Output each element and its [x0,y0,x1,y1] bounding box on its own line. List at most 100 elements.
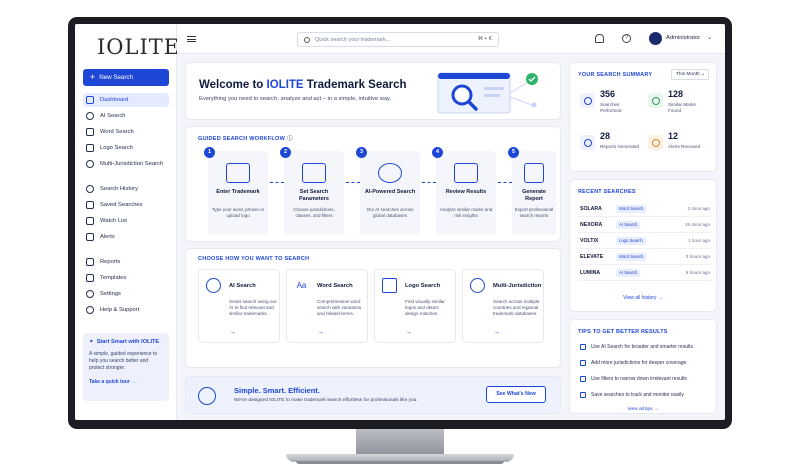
mode-ai-search[interactable]: AI Search Smart search using our AI to f… [198,269,280,343]
workflow-step-ai-search[interactable]: 3 AI-Powered Search Our AI searches acro… [356,147,420,235]
mode-title: AI Search [229,283,256,289]
sidebar-item-label: Search History [100,186,139,192]
sidebar-item-label: Logo Search [100,145,133,151]
image-icon [382,278,397,293]
sidebar-item-reports[interactable]: Reports [83,255,169,269]
see-whats-new-button[interactable]: See What's New [486,386,546,403]
sidebar-item-label: Settings [100,291,121,297]
help-icon [86,306,94,314]
checklist-icon [454,163,478,183]
sidebar-item-logo-search[interactable]: Logo Search [83,141,169,155]
avatar[interactable] [649,32,662,45]
tip-item: Use AI Search for broader and smarter re… [580,344,693,350]
tip-text: Use filters to narrow down irrelevant re… [591,376,687,382]
mode-logo-search[interactable]: Logo Search Find visually similar logos … [374,269,456,343]
app-screen: IOLITE + New Search Dashboard AI Search … [75,24,725,420]
info-icon[interactable]: ⓘ [287,136,293,142]
quick-tour-link[interactable]: Take a quick tour → [89,379,163,385]
step-number: 4 [432,147,443,158]
step-description: Choose jurisdictions, classes, and filte… [293,207,335,218]
table-row[interactable]: ELEVATE Word Search 3 hours ago [578,250,712,265]
arrow-right-icon[interactable]: → [317,329,324,336]
promo-title-text: Start Smart with IOLITE [96,339,160,345]
banner-title: Simple. Smart. Efficient. [234,386,320,395]
bookmark-icon [580,392,586,398]
search-term: SOLARA [580,206,602,212]
sidebar-item-label: AI Search [100,113,126,119]
search-term: ELEVATE [580,254,604,260]
sidebar-item-settings[interactable]: Settings [83,287,169,301]
brain-icon [206,278,221,293]
sidebar-item-alerts[interactable]: Alerts [83,230,169,244]
table-row[interactable]: NEXORA AI Search 15 mins ago [578,218,712,233]
workflow-step-enter-trademark[interactable]: 1 Enter Trademark Type your word, phrase… [204,147,268,235]
new-search-button[interactable]: + New Search [83,69,169,86]
report-icon [524,163,544,183]
table-row[interactable]: VOLTIX Logo Search 1 hour ago [578,234,712,249]
search-term: NEXORA [580,222,603,228]
period-select[interactable]: This Month ⌄ [671,69,709,80]
search-type-badge: AI Search [616,221,641,229]
mode-word-search[interactable]: Aa Word Search Comprehensive word search… [286,269,368,343]
whats-new-banner: Simple. Smart. Efficient. We've designed… [185,376,561,414]
sidebar-item-multi-jurisdiction[interactable]: Multi-Jurisdiction Search [83,157,169,171]
table-row[interactable]: SOLARA Word Search 2 mins ago [578,202,712,217]
tip-item: Use filters to narrow down irrelevant re… [580,376,687,382]
search-placeholder: Quick search your trademark... [315,36,391,43]
new-search-label: New Search [99,74,133,81]
arrow-right-icon[interactable]: → [405,329,412,336]
step-number: 1 [204,147,215,158]
stat-value: 356 [600,89,616,99]
search-type-badge: Word Search [616,205,647,213]
brand-logo[interactable]: IOLITE [97,32,179,62]
arrow-right-icon[interactable]: → [229,329,236,336]
view-all-tips-link[interactable]: View all tips → [570,407,716,412]
workflow-step-generate-report[interactable]: 5 Generate Report Export professional se… [508,147,556,235]
menu-icon[interactable] [187,36,196,42]
view-all-history-link[interactable]: View all history → [570,295,716,301]
help-icon[interactable]: ? [622,34,631,43]
search-time: 2 mins ago [687,206,710,211]
guided-workflow-card: GUIDED SEARCH WORKFLOW ⓘ 1 Enter Tradema… [185,126,561,242]
stat-label: Reports Generated [600,144,640,149]
sidebar-item-ai-search[interactable]: AI Search [83,109,169,123]
mode-description: Smart search using our AI to find releva… [229,299,277,317]
stat-value: 12 [668,131,679,141]
sidebar-item-word-search[interactable]: Word Search [83,125,169,139]
tips-card: TIPS TO GET BETTER RESULTS Use AI Search… [569,319,717,414]
arrow-right-icon [270,182,284,183]
sidebar-item-help[interactable]: Help & Support [83,303,169,317]
recent-title: RECENT SEARCHES [578,189,636,195]
list-icon [86,217,94,225]
bell-icon[interactable] [595,34,604,43]
top-bar: Quick search your trademark... ⌘ + K ? A… [177,24,725,54]
stat-label: Alerts Received [668,144,701,149]
search-input[interactable]: Quick search your trademark... ⌘ + K [297,32,499,47]
sidebar-item-label: Reports [100,259,121,265]
user-name[interactable]: Administrator [666,35,700,41]
arrow-right-icon[interactable]: → [493,329,500,336]
sidebar-item-saved-searches[interactable]: Saved Searches [83,198,169,212]
step-number: 5 [508,147,519,158]
chevron-down-icon[interactable]: ⌄ [707,34,712,41]
stat-searches: 356 Searches Performed [580,89,642,125]
sidebar-item-label: Watch List [100,218,127,224]
tips-title: TIPS TO GET BETTER RESULTS [578,329,668,335]
mode-multi-jurisdiction[interactable]: Multi-Jurisdiction Search across multipl… [462,269,544,343]
sidebar-item-dashboard[interactable]: Dashboard [83,93,169,107]
hero-illustration [437,72,538,114]
sidebar-item-watch-list[interactable]: Watch List [83,214,169,228]
promo-body: A simple, guided experience to help you … [89,351,158,371]
workflow-step-review-results[interactable]: 4 Review Results Analyze similar marks a… [432,147,496,235]
search-type-badge: Word Search [616,253,647,261]
choose-title: CHOOSE HOW YOU WANT TO SEARCH [198,256,310,262]
sidebar-item-templates[interactable]: Templates [83,271,169,285]
table-row[interactable]: LUMINA AI Search 5 hours ago [578,266,712,281]
bell-icon [86,233,94,241]
step-title: AI-Powered Search [364,189,416,195]
mode-description: Search across multiple countries and reg… [493,299,540,317]
sidebar-item-search-history[interactable]: Search History [83,182,169,196]
stat-value: 128 [668,89,684,99]
workflow-step-set-parameters[interactable]: 2 Set Search Parameters Choose jurisdict… [280,147,344,235]
recent-searches-card: RECENT SEARCHES SOLARA Word Search 2 mins … [569,179,717,312]
